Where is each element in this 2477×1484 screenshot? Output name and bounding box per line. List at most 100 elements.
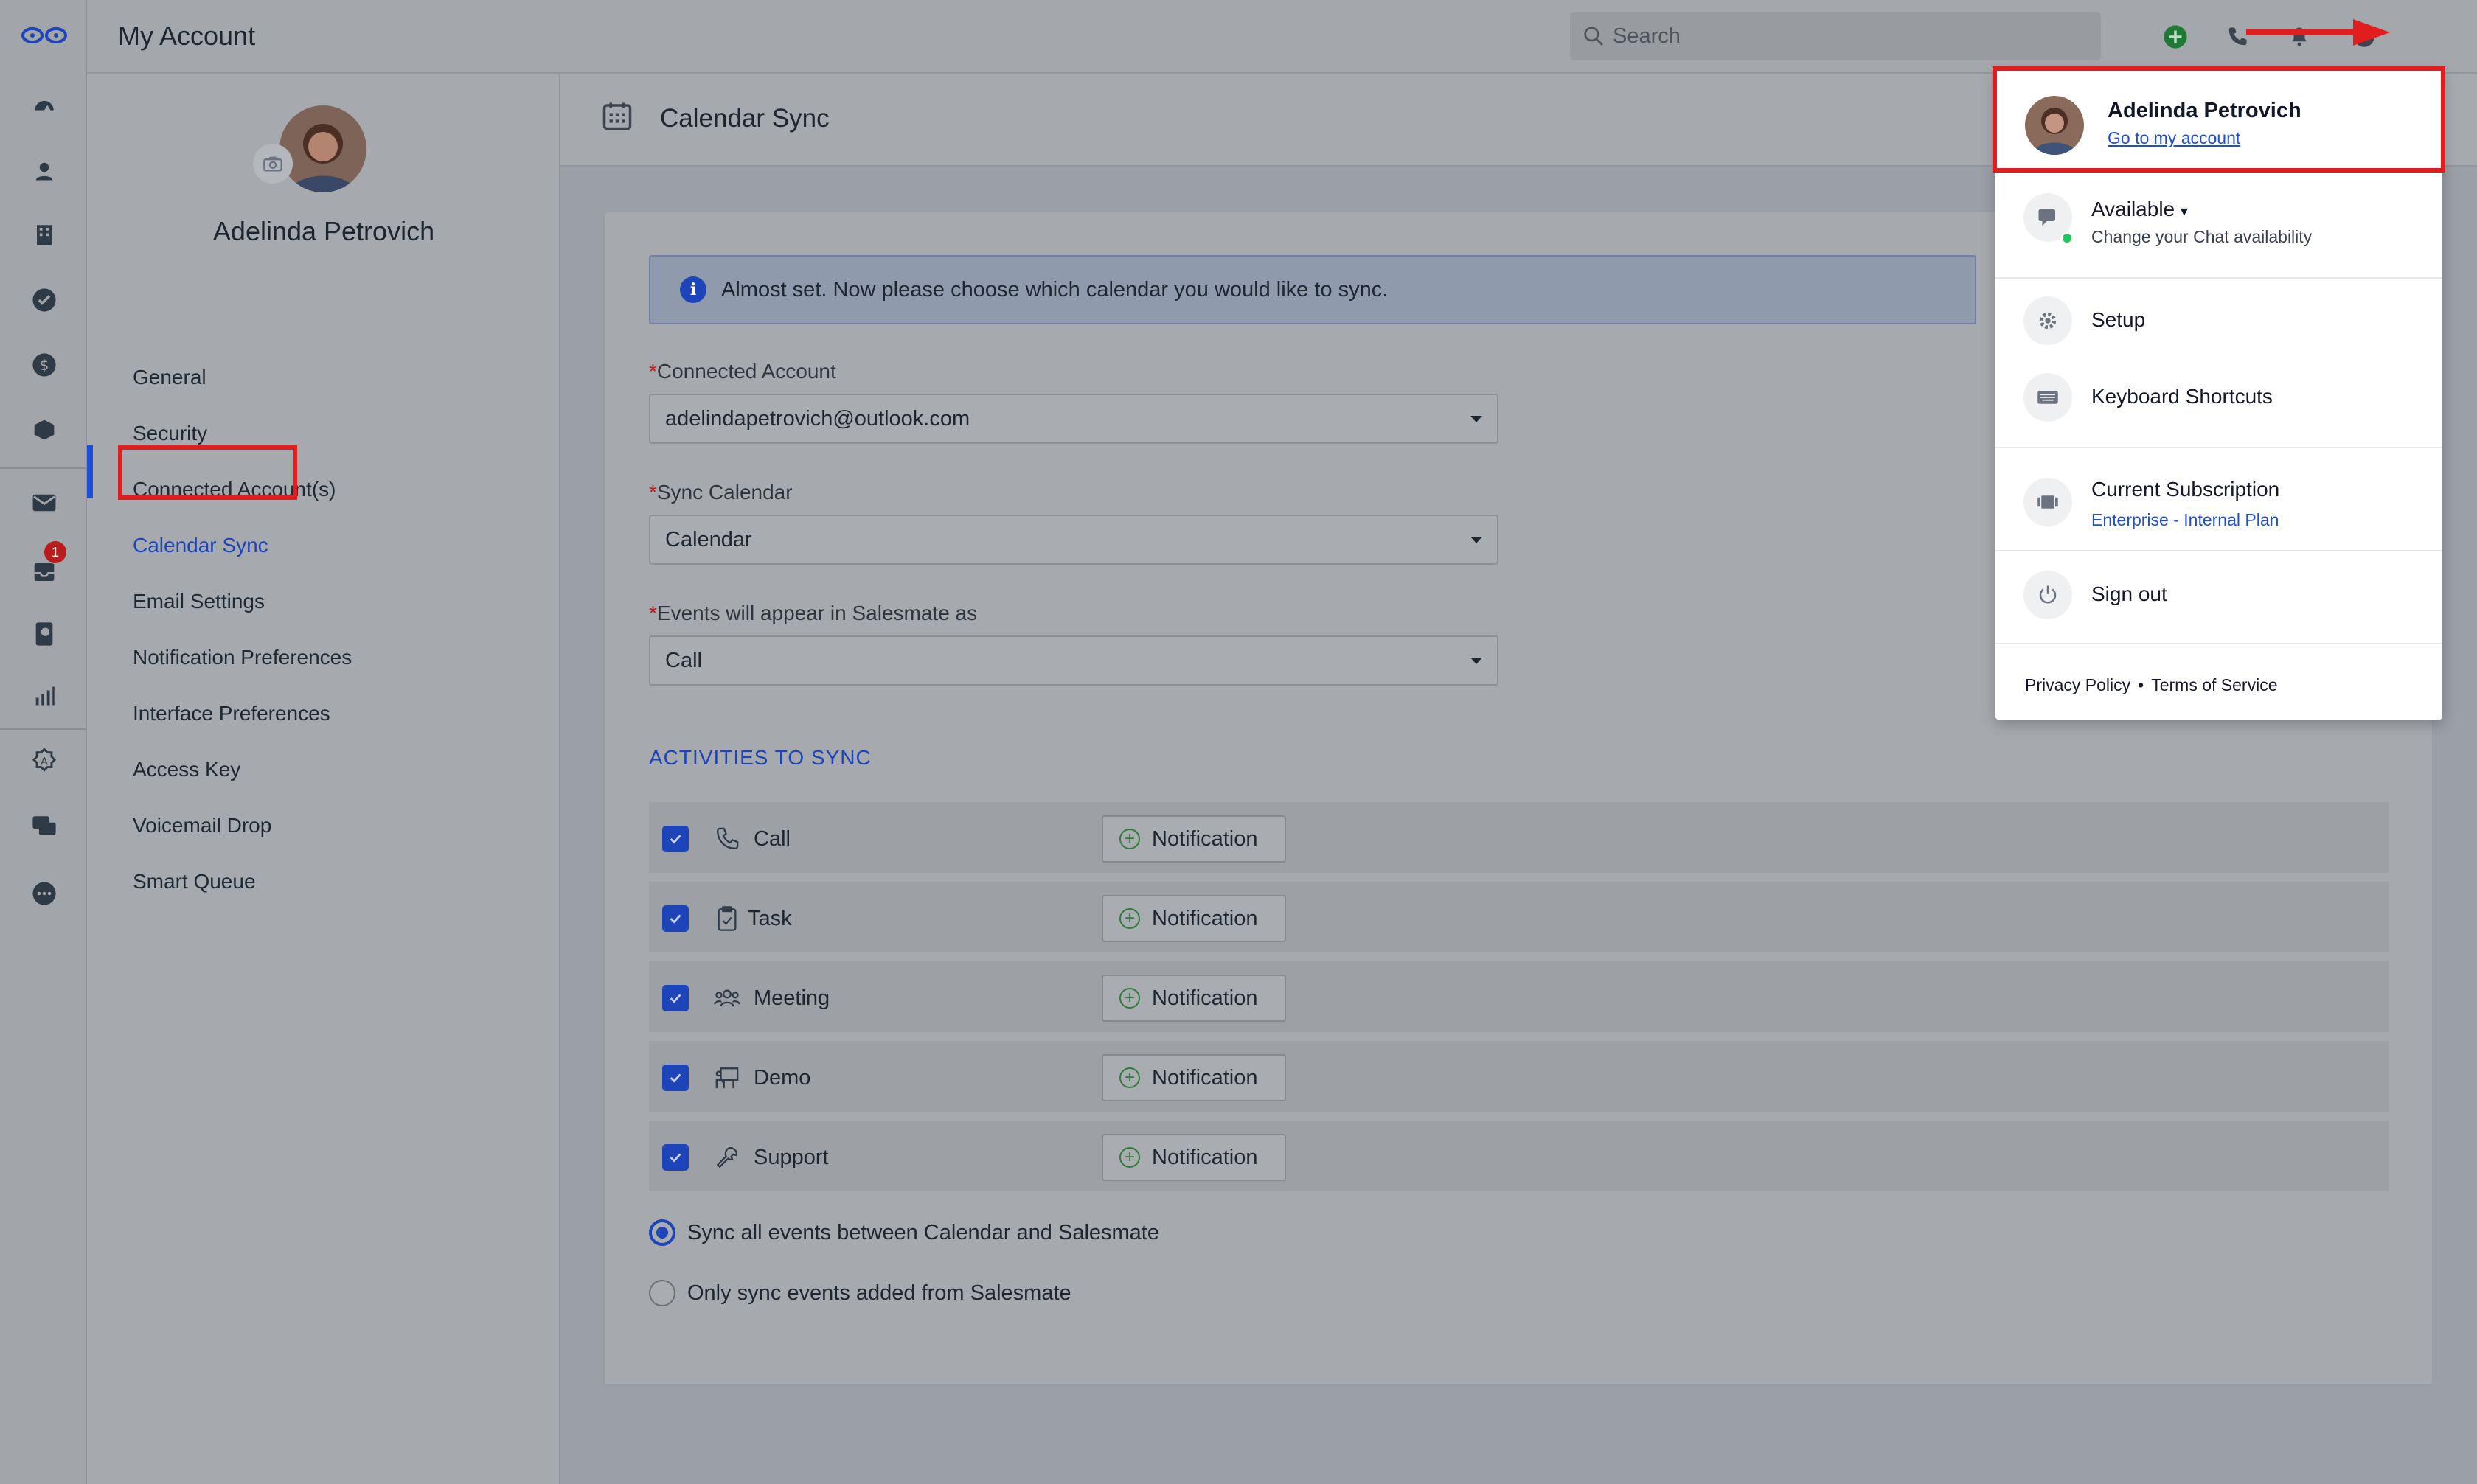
search-icon	[1584, 27, 1603, 46]
dropdown-divider	[1995, 550, 2442, 551]
info-alert: i Almost set. Now please choose which ca…	[649, 255, 1976, 324]
dropdown-divider	[1995, 447, 2442, 448]
reports-icon[interactable]	[29, 681, 59, 711]
section-title: Calendar Sync	[660, 104, 830, 133]
sidebar-item-smart-queue[interactable]: Smart Queue	[133, 870, 256, 893]
setup-item[interactable]: Setup	[1995, 296, 2442, 355]
call-checkbox[interactable]	[662, 826, 689, 852]
profile-name: Adelinda Petrovich	[212, 216, 435, 246]
sync-all-radio[interactable]	[649, 1219, 675, 1246]
support-checkbox[interactable]	[662, 1144, 689, 1171]
meeting-checkbox[interactable]	[662, 985, 689, 1011]
plus-circle-icon: +	[1119, 988, 1140, 1009]
terms-of-service-link[interactable]: Terms of Service	[2151, 675, 2277, 694]
info-icon: i	[680, 276, 706, 303]
connected-account-label: *Connected Account	[649, 360, 836, 383]
activity-row-demo: Demo + Notification	[649, 1041, 2389, 1115]
sync-calendar-value: Calendar	[665, 527, 752, 551]
sidebar-item-calendar-sync[interactable]: Calendar Sync	[133, 534, 268, 557]
sidebar-item-general[interactable]: General	[133, 366, 206, 389]
task-notification-button[interactable]: + Notification	[1102, 895, 1286, 942]
clipboard-icon	[712, 904, 742, 933]
dashboard-icon[interactable]	[29, 91, 59, 121]
dropdown-divider	[1995, 277, 2442, 279]
plan-name[interactable]: Enterprise - Internal Plan	[2091, 510, 2279, 530]
activity-label: Demo	[754, 1066, 811, 1090]
demo-notification-button[interactable]: + Notification	[1102, 1054, 1286, 1101]
activity-label: Support	[754, 1146, 829, 1169]
chevron-down-icon	[1470, 416, 1482, 422]
active-indicator	[87, 445, 93, 498]
settings-sidebar: Adelinda Petrovich General Security Conn…	[87, 74, 560, 1484]
phone-book-icon[interactable]	[29, 619, 59, 649]
sidebar-item-interface-preferences[interactable]: Interface Preferences	[133, 702, 330, 725]
salesmate-logo-icon[interactable]	[21, 22, 68, 49]
connected-account-select[interactable]: adelindapetrovich@outlook.com	[649, 394, 1498, 444]
svg-text:$: $	[40, 357, 49, 374]
page-title: My Account	[118, 21, 256, 51]
activity-row-task: Task + Notification	[649, 882, 2389, 955]
automation-icon[interactable]: A	[29, 746, 59, 776]
add-icon[interactable]	[2159, 21, 2192, 53]
support-notification-button[interactable]: + Notification	[1102, 1134, 1286, 1181]
companies-icon[interactable]	[29, 220, 59, 250]
people-icon	[712, 983, 742, 1013]
sign-out-item[interactable]: Sign out	[1995, 571, 2442, 630]
activity-label: Task	[748, 907, 792, 930]
deals-dollar-icon[interactable]: $	[29, 350, 59, 380]
sidebar-item-access-key[interactable]: Access Key	[133, 758, 240, 781]
sync-salesmate-only-radio[interactable]	[649, 1280, 675, 1306]
task-checkbox[interactable]	[662, 905, 689, 932]
sync-all-label: Sync all events between Calendar and Sal…	[687, 1220, 1159, 1244]
sync-salesmate-only-label: Only sync events added from Salesmate	[687, 1281, 1071, 1305]
more-icon[interactable]	[29, 879, 59, 908]
plus-circle-icon: +	[1119, 1067, 1140, 1088]
call-notification-button[interactable]: + Notification	[1102, 815, 1286, 863]
sign-out-label: Sign out	[2091, 582, 2167, 605]
app-root: $ 1 A My Account Search Adelinda Petrovi…	[0, 0, 2477, 1484]
calendar-icon	[602, 102, 632, 130]
sync-all-option[interactable]: Sync all events between Calendar and Sal…	[649, 1219, 1159, 1246]
contacts-icon[interactable]	[29, 156, 59, 186]
sidebar-item-notification-preferences[interactable]: Notification Preferences	[133, 646, 352, 669]
sync-calendar-label: *Sync Calendar	[649, 481, 793, 504]
power-icon	[2023, 571, 2072, 619]
dropdown-footer: Privacy Policy • Terms of Service	[2025, 675, 2277, 695]
sidebar-item-email-settings[interactable]: Email Settings	[133, 590, 265, 613]
meeting-notification-button[interactable]: + Notification	[1102, 975, 1286, 1022]
rail-divider	[0, 467, 87, 469]
event-type-select[interactable]: Call	[649, 635, 1498, 686]
search-placeholder: Search	[1613, 24, 1681, 48]
subscription-item[interactable]: Current Subscription Enterprise - Intern…	[1995, 463, 2442, 544]
email-icon[interactable]	[29, 488, 59, 518]
presentation-icon	[712, 1063, 742, 1093]
activity-row-meeting: Meeting + Notification	[649, 961, 2389, 1035]
products-box-icon[interactable]	[29, 415, 59, 445]
profile-avatar	[279, 105, 366, 192]
camera-icon[interactable]	[253, 144, 293, 184]
keyboard-shortcuts-label: Keyboard Shortcuts	[2091, 385, 2273, 408]
tasks-check-icon[interactable]	[29, 285, 59, 315]
sidebar-item-security[interactable]: Security	[133, 422, 207, 445]
sync-salesmate-only-option[interactable]: Only sync events added from Salesmate	[649, 1280, 1071, 1306]
chat-icon[interactable]	[29, 811, 59, 840]
keyboard-icon	[2023, 373, 2072, 422]
privacy-policy-link[interactable]: Privacy Policy	[2025, 675, 2130, 694]
chat-availability-item[interactable]: Available ▾ Change your Chat availabilit…	[1995, 180, 2442, 258]
event-type-value: Call	[665, 648, 702, 672]
setup-label: Setup	[2091, 308, 2146, 331]
demo-checkbox[interactable]	[662, 1065, 689, 1091]
wrench-icon	[712, 1143, 742, 1172]
activities-title: ACTIVITIES TO SYNC	[649, 746, 872, 769]
search-input[interactable]: Search	[1570, 12, 2101, 60]
keyboard-shortcuts-item[interactable]: Keyboard Shortcuts	[1995, 373, 2442, 432]
sync-calendar-select[interactable]: Calendar	[649, 515, 1498, 565]
sidebar-item-voicemail-drop[interactable]: Voicemail Drop	[133, 814, 271, 837]
subscription-icon	[2023, 478, 2072, 526]
red-arrow-annotation-icon	[2246, 19, 2390, 46]
inbox-count-badge: 1	[44, 541, 66, 563]
status-subtext: Change your Chat availability	[2091, 227, 2313, 246]
activity-row-call: Call + Notification	[649, 802, 2389, 876]
calendar-sync-highlight-box	[118, 445, 297, 500]
status-label[interactable]: Available ▾	[2091, 198, 2188, 221]
